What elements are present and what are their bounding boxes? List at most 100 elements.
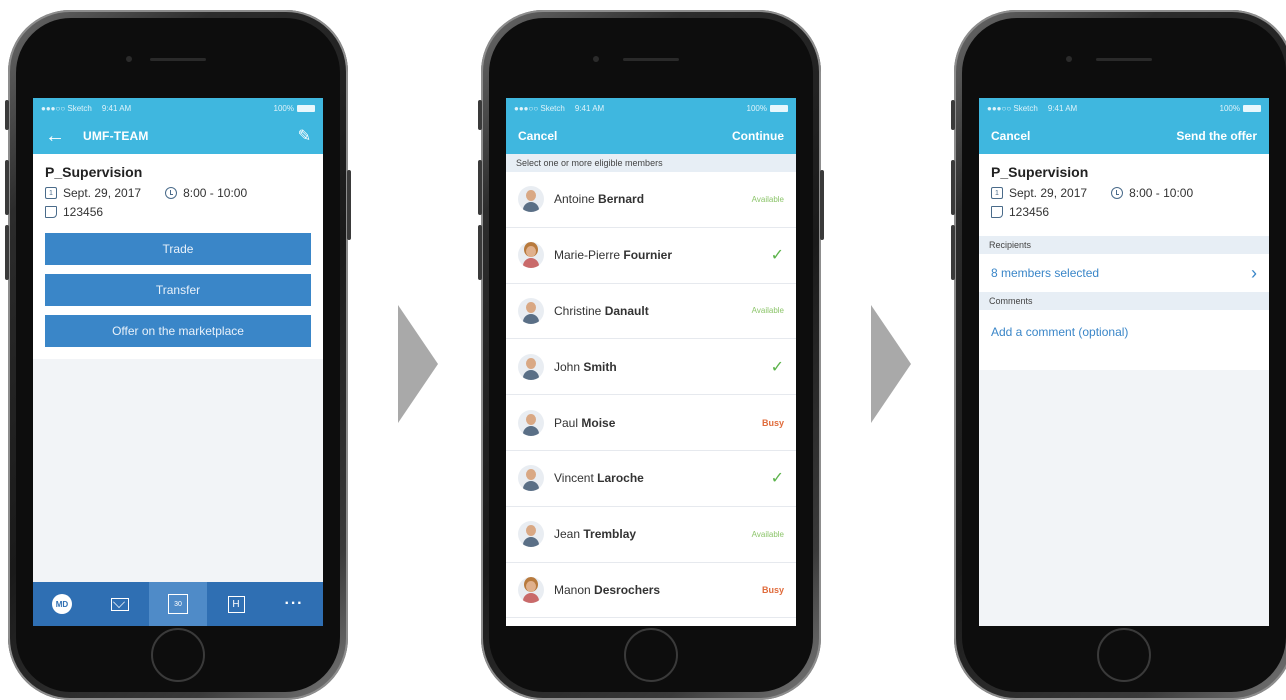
shift-card: P_Supervision 1 Sept. 29, 2017 8:00 - 10… [33, 154, 323, 359]
phone-frame-1: ●●●○○ Sketch 9:41 AM 100% ← UMF-TEAM ✎ P… [5, 10, 351, 700]
page-title: UMF-TEAM [83, 129, 149, 143]
checkmark-icon: ✓ [770, 470, 784, 488]
checkmark-icon: ✓ [770, 358, 784, 376]
battery-icon [770, 104, 788, 112]
earpiece-speaker [1096, 58, 1152, 61]
power-button [820, 170, 824, 240]
tab-messages[interactable] [91, 582, 149, 626]
power-button [347, 170, 351, 240]
cancel-button[interactable]: Cancel [991, 129, 1030, 143]
home-button [151, 628, 205, 682]
member-last-name: Laroche [597, 471, 644, 486]
members-section-header: Select one or more eligible members [506, 154, 796, 172]
trade-button[interactable]: Trade [45, 233, 311, 265]
nav-bar: ← UMF-TEAM ✎ [33, 118, 323, 154]
tab-profile[interactable]: MD [33, 582, 91, 626]
carrier-label: ●●●○○ Sketch [987, 103, 1038, 113]
member-first-name: Vincent [554, 471, 594, 486]
carrier-label: ●●●○○ Sketch [41, 103, 92, 113]
front-camera [126, 56, 132, 62]
member-first-name: John [554, 359, 581, 374]
clock-icon [165, 187, 178, 199]
status-badge: Busy [761, 417, 784, 428]
battery-label: 100% [1219, 103, 1240, 113]
member-name: Manon Desrochers [554, 583, 762, 597]
battery-indicator: 100% [274, 104, 315, 113]
screen-send-offer: ●●●○○ Sketch 9:41 AM 100% Cancel Send th… [979, 98, 1269, 626]
transfer-button[interactable]: Transfer [45, 274, 311, 306]
send-offer-button[interactable]: Send the offer [1176, 129, 1257, 143]
member-name: Marie-Pierre Fournier [554, 248, 771, 262]
screen-select-members: ●●●○○ Sketch 9:41 AM 100% Cancel Continu… [506, 98, 796, 626]
avatar [518, 297, 544, 324]
member-row[interactable]: Paul Moise Busy [506, 395, 796, 451]
home-button [624, 628, 678, 682]
shift-datetime-row: 1 Sept. 29, 2017 8:00 - 10:00 [45, 186, 311, 200]
volume-down-button [478, 225, 482, 280]
note-icon [45, 206, 57, 218]
member-first-name: Manon [554, 582, 591, 597]
member-name: Antoine Bernard [554, 192, 752, 206]
battery-indicator: 100% [747, 104, 788, 113]
battery-indicator: 100% [1220, 104, 1261, 113]
status-badge: Busy [761, 584, 784, 595]
member-row[interactable]: Manon Desrochers Busy [506, 563, 796, 619]
tab-calendar[interactable]: 30 [149, 582, 207, 626]
shift-time: 8:00 - 10:00 [183, 186, 248, 200]
avatar [518, 409, 544, 436]
member-name: Christine Danault [554, 304, 752, 318]
avatar [518, 465, 544, 492]
front-camera [593, 56, 599, 62]
shift-time: 8:00 - 10:00 [1129, 186, 1194, 200]
member-first-name: Paul [554, 415, 579, 430]
volume-up-button [478, 160, 482, 215]
member-last-name: Smith [583, 359, 617, 374]
member-row[interactable]: Marie-Pierre Fournier ✓ [506, 228, 796, 284]
calendar-icon: 1 [45, 187, 57, 199]
member-last-name: Desrochers [594, 582, 661, 597]
member-name: John Smith [554, 360, 771, 374]
chevron-right-icon: › [1251, 262, 1257, 283]
avatar [518, 242, 544, 269]
member-row[interactable]: Antoine Bernard Available [506, 172, 796, 228]
continue-button[interactable]: Continue [732, 129, 784, 143]
cancel-button[interactable]: Cancel [518, 129, 557, 143]
shift-date: Sept. 29, 2017 [63, 186, 142, 200]
home-button [1097, 628, 1151, 682]
volume-up-button [951, 160, 955, 215]
comment-field[interactable]: Add a comment (optional) [979, 310, 1269, 370]
member-row[interactable]: Jean Tremblay Available [506, 507, 796, 563]
member-row[interactable]: Christine Danault Available [506, 284, 796, 340]
mute-switch [5, 100, 9, 130]
recipients-count: 8 members selected [991, 266, 1100, 280]
offer-marketplace-button[interactable]: Offer on the marketplace [45, 315, 311, 347]
comments-section-header: Comments [979, 292, 1269, 310]
more-dots-icon: ··· [284, 595, 304, 612]
recipients-row[interactable]: 8 members selected › [979, 254, 1269, 292]
shift-id: 123456 [63, 205, 104, 219]
member-row[interactable]: John Smith ✓ [506, 339, 796, 396]
back-arrow-icon[interactable]: ← [45, 126, 65, 146]
status-time: 9:41 AM [574, 103, 605, 113]
recipients-section-header: Recipients [979, 236, 1269, 254]
avatar [518, 521, 544, 548]
status-badge: Available [751, 529, 784, 539]
member-name: Jean Tremblay [554, 527, 752, 541]
battery-label: 100% [746, 103, 767, 113]
tab-hours[interactable]: H [207, 582, 265, 626]
shift-id-row: 123456 [45, 205, 311, 219]
shift-id-row: 123456 [991, 205, 1257, 219]
tab-more[interactable]: ··· [265, 582, 323, 626]
status-bar: ●●●○○ Sketch 9:41 AM 100% [979, 98, 1269, 118]
status-badge: Available [751, 306, 784, 316]
profile-md-icon: MD [52, 594, 72, 614]
avatar [518, 353, 544, 380]
member-first-name: Antoine [554, 192, 595, 207]
member-row[interactable]: Vincent Laroche ✓ [506, 451, 796, 507]
shift-datetime-row: 1 Sept. 29, 2017 8:00 - 10:00 [991, 186, 1257, 200]
shift-title: P_Supervision [45, 164, 143, 180]
member-name: Vincent Laroche [554, 471, 771, 485]
member-last-name: Tremblay [583, 527, 637, 542]
phone-frame-3: ●●●○○ Sketch 9:41 AM 100% Cancel Send th… [951, 10, 1286, 700]
edit-pencil-icon[interactable]: ✎ [298, 126, 311, 146]
